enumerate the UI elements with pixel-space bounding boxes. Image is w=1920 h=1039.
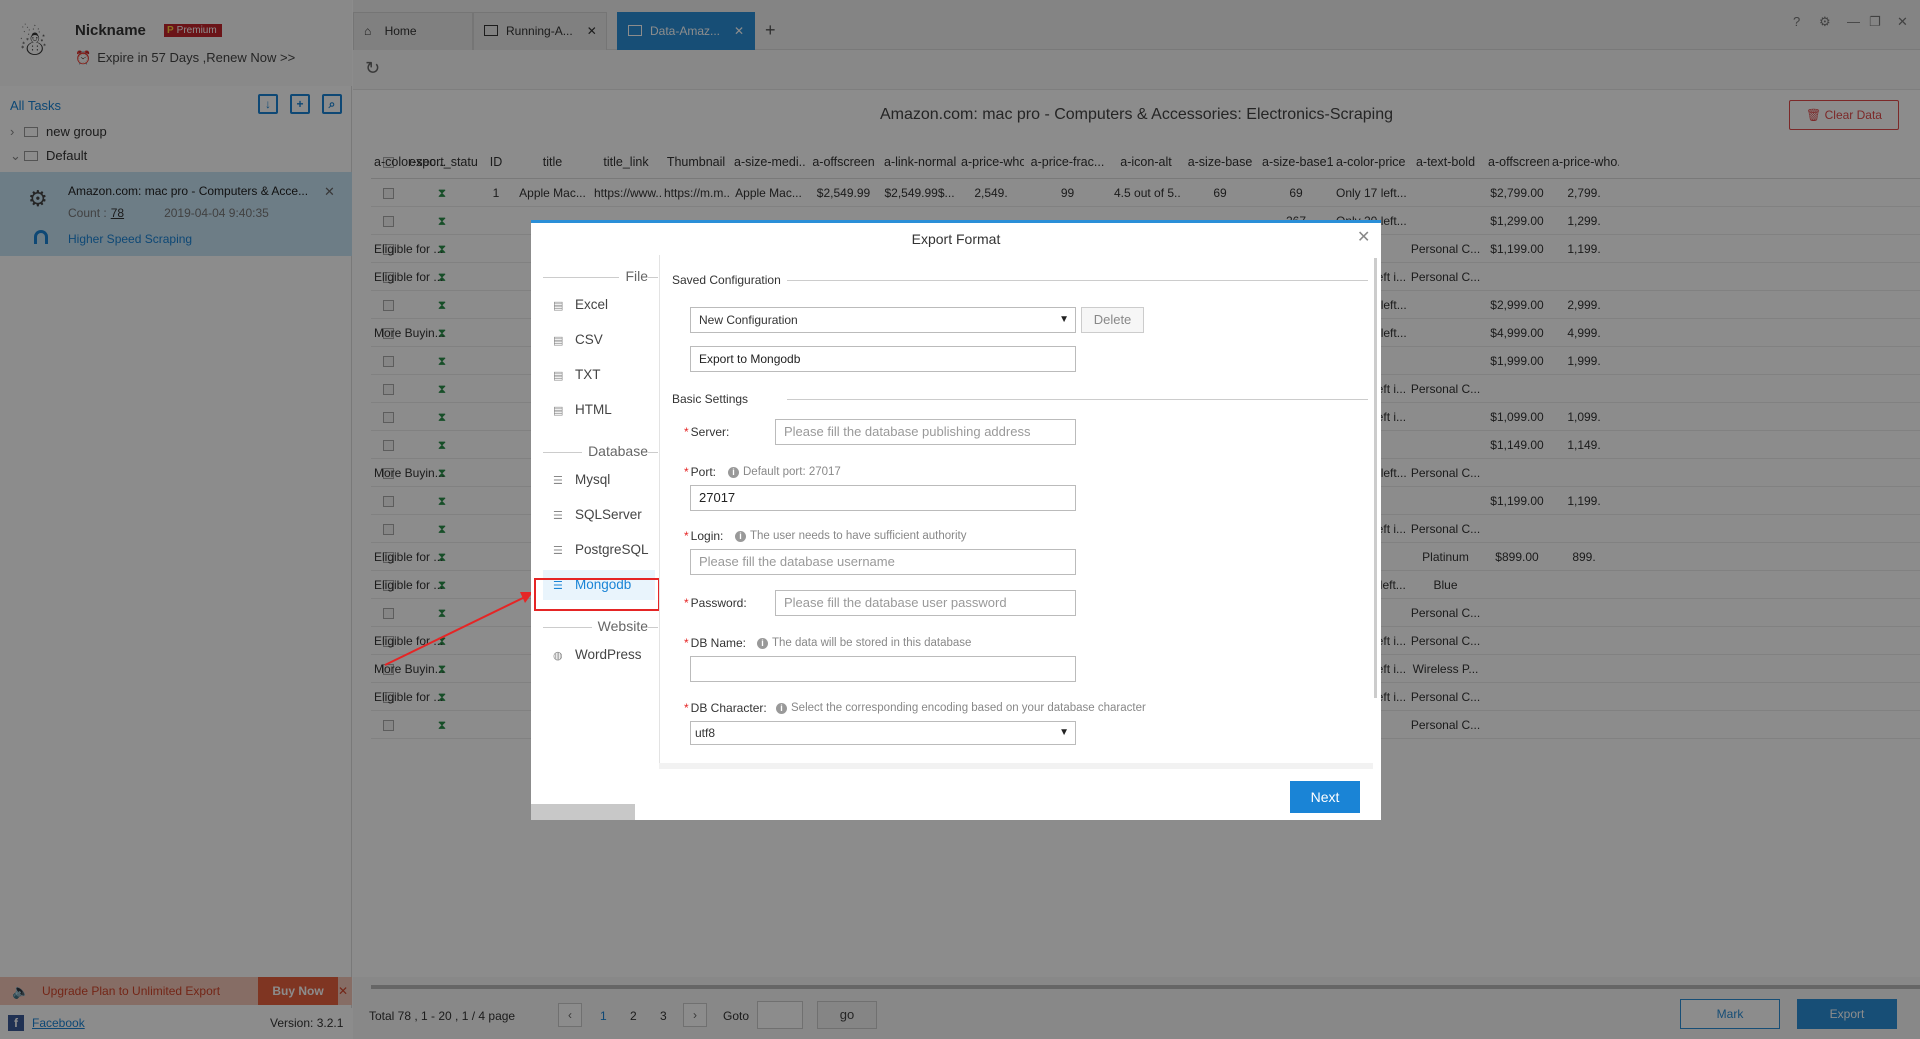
delete-button[interactable]: Delete xyxy=(1081,307,1144,333)
file-icon: ▤ xyxy=(553,335,564,347)
dbname-label-text: DB Name: xyxy=(690,636,747,650)
file-icon: ▤ xyxy=(553,370,564,382)
password-input[interactable]: Please fill the database user password xyxy=(775,590,1076,616)
password-label: * Password: xyxy=(684,596,747,610)
required-mark: * xyxy=(684,701,689,715)
format-sqlserver[interactable]: ☰ SQLServer xyxy=(543,500,655,530)
basic-settings-heading: Basic Settings xyxy=(672,392,1368,406)
dbname-input[interactable] xyxy=(690,656,1076,682)
section-database-label: Database xyxy=(582,443,648,459)
config-name-input[interactable]: Export to Mongodb xyxy=(690,346,1076,372)
required-mark: * xyxy=(684,596,689,610)
format-wordpress[interactable]: ◍ WordPress xyxy=(543,640,655,670)
port-input[interactable]: 27017 xyxy=(690,485,1076,511)
format-html[interactable]: ▤ HTML xyxy=(543,395,655,425)
format-label: PostgreSQL xyxy=(575,542,649,557)
format-csv[interactable]: ▤ CSV xyxy=(543,325,655,355)
section-website: Website xyxy=(543,618,658,634)
login-label: * Login: xyxy=(684,529,723,543)
format-label: CSV xyxy=(575,332,603,347)
format-label: Excel xyxy=(575,297,609,312)
login-input[interactable]: Please fill the database username xyxy=(690,549,1076,575)
format-excel[interactable]: ▤ Excel xyxy=(543,290,655,320)
format-label: HTML xyxy=(575,402,612,417)
dropdown-arrow-icon: ▼ xyxy=(1059,314,1069,325)
format-txt[interactable]: ▤ TXT xyxy=(543,360,655,390)
port-label-text: Port: xyxy=(690,465,717,479)
vertical-scrollbar[interactable] xyxy=(1374,258,1377,698)
port-hint-text: Default port: 27017 xyxy=(743,466,841,478)
dbname-hint: i The data will be stored in this databas… xyxy=(757,637,971,649)
database-icon: ☰ xyxy=(553,510,563,522)
section-website-label: Website xyxy=(591,618,648,634)
login-label-text: Login: xyxy=(690,529,724,543)
dialog-title: Export Format xyxy=(911,231,1001,247)
required-mark: * xyxy=(684,529,689,543)
file-icon: ▤ xyxy=(553,405,564,417)
login-hint-text: The user needs to have sufficient author… xyxy=(750,530,967,542)
export-format-dialog: Export Format ✕ File ▤ Excel ▤ CSV ▤ TXT ▤ H… xyxy=(531,220,1381,820)
globe-icon: ◍ xyxy=(553,650,563,662)
required-mark: * xyxy=(684,425,689,439)
section-file-label: File xyxy=(619,268,648,284)
format-label: SQLServer xyxy=(575,507,642,522)
config-select[interactable]: New Configuration ▼ xyxy=(690,307,1076,333)
dbchar-label-text: DB Character: xyxy=(690,701,767,715)
required-mark: * xyxy=(684,465,689,479)
server-label: * Server: xyxy=(684,425,729,439)
format-label: TXT xyxy=(575,367,601,382)
format-mysql[interactable]: ☰ Mysql xyxy=(543,465,655,495)
format-list: File ▤ Excel ▤ CSV ▤ TXT ▤ HTML Database ☰ My… xyxy=(531,255,658,782)
server-input[interactable]: Please fill the database publishing addr… xyxy=(775,419,1076,445)
database-icon: ☰ xyxy=(553,545,563,557)
dbchar-select-value: utf8 xyxy=(695,726,716,740)
database-icon: ☰ xyxy=(553,475,563,487)
port-hint: i Default port: 27017 xyxy=(728,466,841,478)
login-hint: i The user needs to have sufficient autho… xyxy=(735,530,967,542)
dbchar-hint: i Select the corresponding encoding based… xyxy=(776,702,1146,714)
section-file: File xyxy=(543,268,658,284)
info-icon: i xyxy=(757,638,768,649)
format-postgresql[interactable]: ☰ PostgreSQL xyxy=(543,535,655,565)
panel-divider xyxy=(659,763,1373,769)
dbchar-hint-text: Select the corresponding encoding based … xyxy=(791,702,1146,714)
horizontal-scrollbar[interactable] xyxy=(531,804,635,820)
server-label-text: Server: xyxy=(690,425,730,439)
dbchar-label: * DB Character: xyxy=(684,701,767,715)
info-icon: i xyxy=(776,703,787,714)
saved-config-heading: Saved Configuration xyxy=(672,273,1368,287)
dbname-hint-text: The data will be stored in this database xyxy=(772,637,972,649)
port-label: * Port: xyxy=(684,465,716,479)
format-label: Mysql xyxy=(575,472,611,487)
close-icon[interactable]: ✕ xyxy=(1357,227,1370,247)
required-mark: * xyxy=(684,636,689,650)
dbname-label: * DB Name: xyxy=(684,636,746,650)
password-label-text: Password: xyxy=(690,596,747,610)
settings-panel: Saved Configuration New Configuration ▼ D… xyxy=(659,255,1373,763)
dropdown-arrow-icon: ▼ xyxy=(1059,727,1069,738)
info-icon: i xyxy=(728,467,739,478)
next-button[interactable]: Next xyxy=(1290,781,1360,813)
info-icon: i xyxy=(735,531,746,542)
file-icon: ▤ xyxy=(553,300,564,312)
highlight-box xyxy=(534,578,660,611)
format-label: WordPress xyxy=(575,647,642,662)
section-database: Database xyxy=(543,443,658,459)
dbchar-select[interactable]: utf8 ▼ xyxy=(690,721,1076,745)
config-select-value: New Configuration xyxy=(699,313,798,327)
